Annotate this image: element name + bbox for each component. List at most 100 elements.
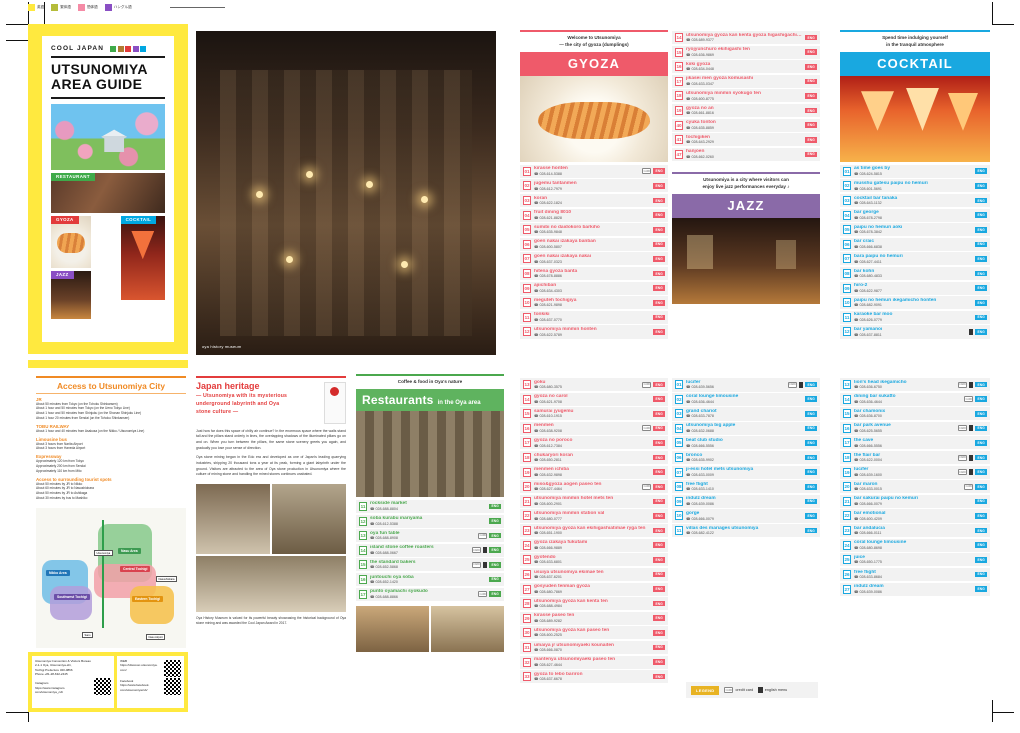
listing-row[interactable]: 01 as time goes by ☎ 028-624-5815 ENG <box>840 164 990 178</box>
listing-row[interactable]: 03 koran ☎ 028-622-1824 ENG <box>520 194 668 208</box>
listing-row[interactable]: 02 jugemu tantanmen ☎ 028-612-7979 ENG <box>520 179 668 193</box>
listing-row[interactable]: 26 free flight ☎ 028-633-8684 ENG <box>840 567 990 581</box>
listing-row[interactable]: 15 samurai jyugemu ☎ 028-610-1915 ENG <box>520 407 668 421</box>
listing-row[interactable]: 16 menmen ☎ 028-638-9208 CARD ENG <box>520 421 668 435</box>
web-qr-code[interactable] <box>164 660 181 677</box>
listing-row[interactable]: 07 ji-essi hotel mets utsunomiya ☎ 028-633… <box>672 465 820 479</box>
listing-row[interactable]: 30 utsunomiya gyoza kan paseo ten ☎ 028-60… <box>520 626 668 640</box>
listing-row[interactable]: 17 punto oyamachi syokudo ☎ 028-688-8866 CA… <box>356 587 504 601</box>
listing-row[interactable]: 23 bar andalucia ☎ 028-666-0111 ENG <box>840 524 990 538</box>
listing-row[interactable]: 13 goku ☎ 028-680-3575 CARD ENG <box>520 378 668 392</box>
listing-row[interactable]: 07 bara paipu no hemuri ☎ 028-627-4411 ENG <box>840 252 990 266</box>
listing-row[interactable]: 02 musshu gatesu paipu no hemuri ☎ 028-601… <box>840 179 990 193</box>
listing-row[interactable]: 23 utsunomiya gyoza kan ekihigashiatimae … <box>520 524 668 538</box>
listing-row[interactable]: 20 bar maron ☎ 028-633-0015 CARD ENG <box>840 480 990 494</box>
listing-row[interactable]: 17 jikasei men gyoza komusashi ☎ 028-633-0… <box>672 74 820 88</box>
listing-row[interactable]: 02 coral lounge limousine ☎ 028-636-4644 EN… <box>672 392 820 406</box>
listing-row[interactable]: 19 gyoza no an ☎ 028-661-8816 ENG <box>672 104 820 118</box>
listing-row[interactable]: 14 utsunomiya gyoza kan kenta gyoza higas… <box>672 31 820 45</box>
listing-row[interactable]: 10 paipu no hemuri ikegamicho honten ☎ 028… <box>840 296 990 310</box>
map-station[interactable]: Utsunomiya <box>94 550 113 556</box>
listing-row[interactable]: 11 karaoke bar moo ☎ 028-626-0779 ENG <box>840 310 990 324</box>
listing-row[interactable]: 08 bar kohn ☎ 028-680-4833 ENG <box>840 267 990 281</box>
listing-row[interactable]: 28 utsunomiya gyoza kan kenta ten ☎ 028-68… <box>520 597 668 611</box>
listing-row[interactable]: 14 dining bar sukatto ☎ 028-636-4644 CARD EN… <box>840 392 990 406</box>
language-badge: ENG <box>653 410 665 417</box>
listing-row[interactable]: 15 the standard bakers ☎ 028-652-5868 CARD E… <box>356 558 504 572</box>
listing-row[interactable]: 12 utsunomiya minmin honten ☎ 028-622-5789… <box>520 325 668 339</box>
listing-row[interactable]: 19 lucifer ☎ 028-639-1600 CARD ENG <box>840 465 990 479</box>
listing-row[interactable]: 12 soba kurabu inariyama ☎ 028-612-5388 ENG <box>356 514 504 528</box>
listing-row[interactable]: 05 sumibi no daidokoro barkiho ☎ 028-635-9… <box>520 223 668 237</box>
listing-row[interactable]: 05 paipu no hemuri aoki ☎ 028-678-3842 ENG <box>840 223 990 237</box>
listing-row[interactable]: 14 gyoza no carol ☎ 028-621-9708 ENG <box>520 392 668 406</box>
listing-row[interactable]: 07 goen nakai izakaya nakai ☎ 028-637-0323… <box>520 252 668 266</box>
map-station[interactable]: Nasu Airport <box>146 634 166 640</box>
listing-row[interactable]: 11 rockside market ☎ 028-688-8804 ENG <box>356 499 504 513</box>
instagram-qr-code[interactable] <box>94 678 112 695</box>
listing-row[interactable]: 06 bar craic ☎ 028-666-6838 ENG <box>840 237 990 251</box>
listing-row[interactable]: 08 free flight ☎ 028-633-1410 ENG <box>672 480 820 494</box>
listing-row[interactable]: 21 bar sakurai paipu no kemuri ☎ 028-666-0… <box>840 494 990 508</box>
listing-row[interactable]: 12 bar yamanoi ☎ 028-637-8811 ENG <box>840 325 990 339</box>
listing-row[interactable]: 18 utsunomiya minmin syokugo ten ☎ 028-600… <box>672 89 820 103</box>
listing-row[interactable]: 09 hiro-2 ☎ 028-622-9877 ENG <box>840 281 990 295</box>
map-region-southwest[interactable] <box>50 586 92 620</box>
listing-row[interactable]: 06 bronco ☎ 028-635-9902 ENG <box>672 451 820 465</box>
listing-row[interactable]: 01 kirasse honten ☎ 028-614-5388 CARD ENG <box>520 164 668 178</box>
listing-row[interactable]: 31 umaiya jr utsunomiyaeki kounaiten ☎ 028… <box>520 640 668 654</box>
listing-row[interactable]: 40 cyuka tonton ☎ 028-635-8859 ENG <box>672 118 820 132</box>
listing-telephone: ☎ 028-680-7869 <box>534 589 562 594</box>
listing-row[interactable]: 10 meguteh tochigiya ☎ 028-621-9898 ENG <box>520 296 668 310</box>
listing-row[interactable]: 24 coral lounge limousine ☎ 028-680-8698 EN… <box>840 538 990 552</box>
listing-row[interactable]: 11 villas des mariages utsunomiya ☎ 028-68… <box>672 524 820 538</box>
listing-row[interactable]: 08 hitena gyoza banta ☎ 028-678-8886 ENG <box>520 267 668 281</box>
listing-row[interactable]: 06 goen nakai izakaya banban ☎ 028-600-580… <box>520 237 668 251</box>
listing-row[interactable]: 19 menmen ichiba ☎ 028-632-9898 ENG <box>520 465 668 479</box>
listing-row[interactable]: 09 indulz dream ☎ 028-639-0086 ENG <box>672 494 820 508</box>
listing-row[interactable]: 33 gyoza to lebo bariron ☎ 028-637-6678 ENG <box>520 670 668 684</box>
listing-row[interactable]: 18 chukaryori koran ☎ 028-650-2811 ENG <box>520 451 668 465</box>
listing-row[interactable]: 21 utsunomiya minmin hotel mets ten ☎ 028-… <box>520 494 668 508</box>
listing-row[interactable]: 16 juntouchi oya soba ☎ 028-652-1420 ENG <box>356 572 504 586</box>
listing-row[interactable]: 25 juice ☎ 028-650-1775 ENG <box>840 553 990 567</box>
listing-row[interactable]: 01 lucifer ☎ 028-639-5656 CARD ENG <box>672 378 820 392</box>
listing-row[interactable]: 32 mantenya utsunomiyaeki paseo ten ☎ 028-… <box>520 655 668 669</box>
listing-row[interactable]: 15 ryojyunchuro ekihigashi ten ☎ 028-636-9… <box>672 45 820 59</box>
listing-row[interactable]: 22 bar emotional ☎ 028-600-4209 ENG <box>840 509 990 523</box>
listing-row[interactable]: 20 miso&gyoza aogen paseo ten ☎ 028-627-44… <box>520 480 668 494</box>
map-region-eastern[interactable] <box>130 586 174 624</box>
listing-row[interactable]: 03 grand chariot ☎ 028-633-7878 ENG <box>672 407 820 421</box>
listing-row[interactable]: 18 the flair bar ☎ 028-622-0004 CARD ENG <box>840 451 990 465</box>
listing-row[interactable]: 47 hanjoen ☎ 028-662-0260 ENG <box>672 147 820 161</box>
listing-row[interactable]: 24 gyoza izakaya fukutami ☎ 028-666-9889 EN… <box>520 538 668 552</box>
facebook-qr-code[interactable] <box>164 678 181 695</box>
listing-row[interactable]: 03 cocktail bar tanaka ☎ 028-643-1132 ENG <box>840 194 990 208</box>
listing-row[interactable]: 22 utsunomiya minmin station val ☎ 028-680… <box>520 509 668 523</box>
listing-row[interactable]: 04 fruit dining 8010 ☎ 028-621-8828 ENG <box>520 208 668 222</box>
listing-row[interactable]: 09 ajiichiban ☎ 028-634-4303 ENG <box>520 281 668 295</box>
listing-row[interactable]: 13 oya fun table ☎ 028-688-8908 CARD ENG <box>356 529 504 543</box>
listing-row[interactable]: 14 island stone coffee roasters ☎ 028-688-… <box>356 543 504 557</box>
listing-row[interactable]: 27 indulz dream ☎ 028-639-0086 ENG <box>840 582 990 596</box>
map-station[interactable]: Nasushiobara <box>156 576 178 582</box>
listing-row[interactable]: 05 beat club studio ☎ 028-666-5556 ENG <box>672 436 820 450</box>
map-station[interactable]: Sano <box>82 632 94 638</box>
tochigi-region-map[interactable]: Nikko Area Nasu Area Central Tochigi Eas… <box>36 508 186 648</box>
listing-row[interactable]: 04 utsunomiya big apple ☎ 028-632-0688 ENG <box>672 421 820 435</box>
listing-row[interactable]: 26 usuiya utsunomiya ekimae ten ☎ 028-637-… <box>520 567 668 581</box>
listing-row[interactable]: 13 lion's head ikegamicho ☎ 028-636-6750 CA… <box>840 378 990 392</box>
listing-row[interactable]: 17 gyoza no poroco ☎ 028-612-7384 ENG <box>520 436 668 450</box>
listing-row[interactable]: 16 bar park avenue ☎ 028-625-5655 CARD ENG <box>840 421 990 435</box>
listing-row[interactable]: 15 bar chamonix ☎ 028-636-8700 ENG <box>840 407 990 421</box>
listing-row[interactable]: 04 bar george ☎ 028-678-2798 ENG <box>840 208 990 222</box>
listing-row[interactable]: 16 kiiki gyoza ☎ 028-634-0448 ENG <box>672 60 820 74</box>
listing-row[interactable]: 29 kirasse paseo ten ☎ 028-689-9282 ENG <box>520 611 668 625</box>
listing-row[interactable]: 25 gyotendo ☎ 028-633-6801 ENG <box>520 553 668 567</box>
listing-icons: ENG <box>805 107 817 114</box>
listing-row[interactable]: 17 the cave ☎ 028-666-5556 ENG <box>840 436 990 450</box>
listing-row[interactable]: 27 gosyuden tenman gyoza ☎ 028-680-7869 ENG <box>520 582 668 596</box>
listing-row[interactable]: 41 tochigiken ☎ 028-643-2929 ENG <box>672 133 820 147</box>
listing-row[interactable]: 10 gorge ☎ 028-666-0079 ENG <box>672 509 820 523</box>
listing-row[interactable]: 11 tonkiki ☎ 028-637-0770 ENG <box>520 310 668 324</box>
